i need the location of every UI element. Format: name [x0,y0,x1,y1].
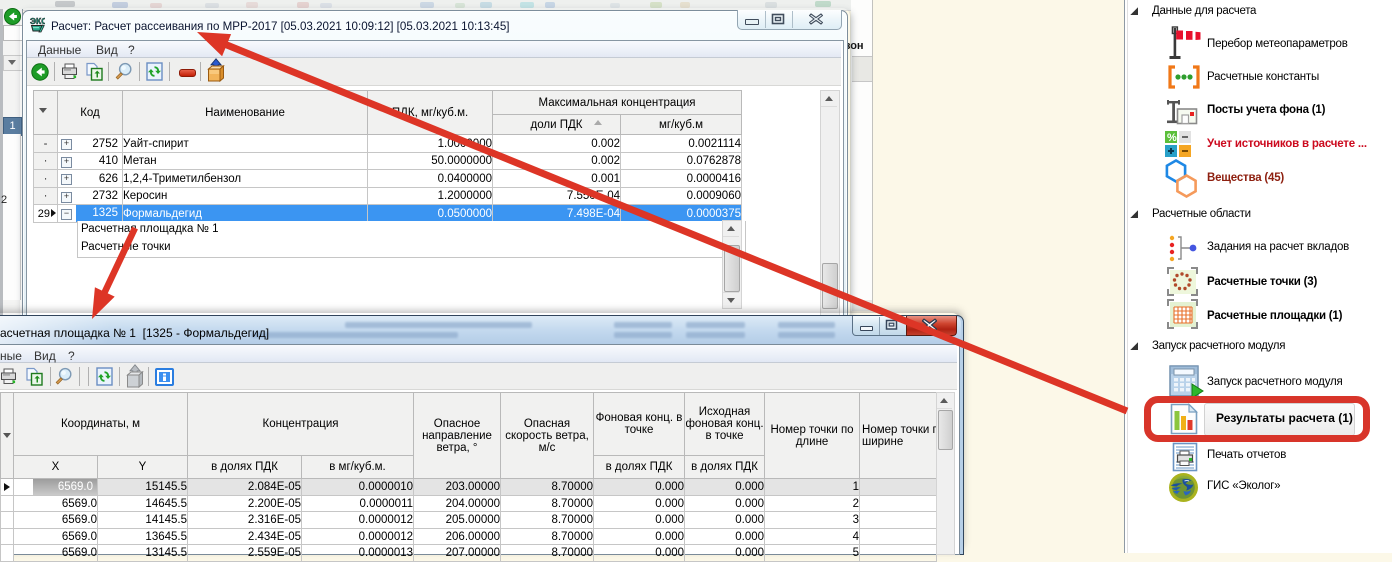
svg-text:ЭКО: ЭКО [30,16,45,26]
svg-text:%: % [1167,132,1177,144]
